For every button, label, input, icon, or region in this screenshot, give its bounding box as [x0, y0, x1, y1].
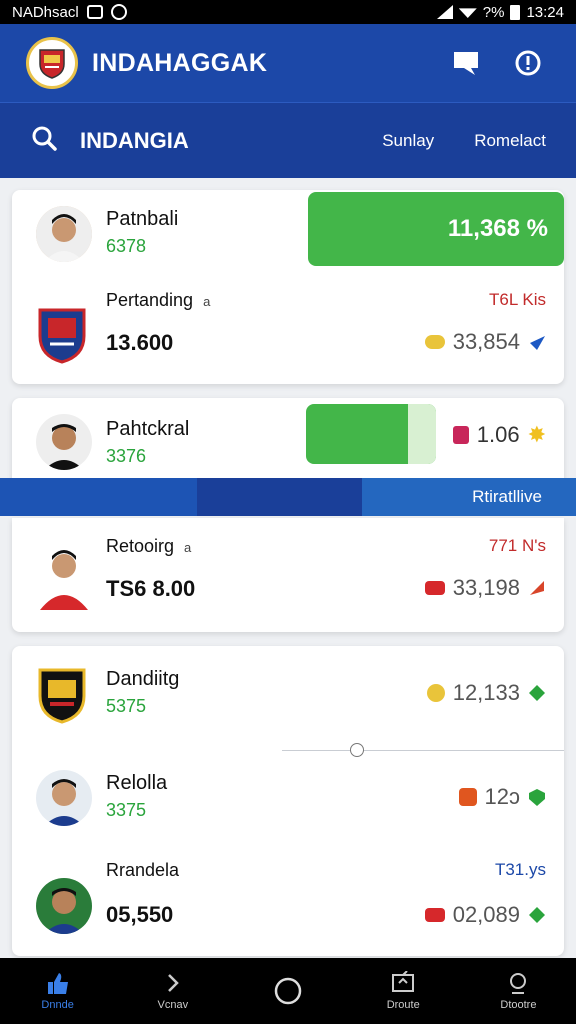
match-score: 13.600 — [106, 330, 174, 355]
player-avatar — [36, 540, 92, 610]
battery-percent: ?% — [482, 3, 505, 21]
value-pill[interactable]: 11,368 % — [308, 192, 564, 266]
search-bar: INDANGIA Sunlay Romelact — [0, 102, 576, 178]
profile-icon — [510, 973, 527, 994]
club-value: 12,133 — [426, 680, 546, 706]
player-name: Relolla — [106, 772, 168, 794]
player-name: Patnbali — [106, 208, 179, 230]
player-name: Rrandela — [106, 860, 180, 880]
star-icon: ✸ — [527, 422, 546, 447]
player-score: TS6 8.00 — [106, 576, 196, 601]
player-name: Retooirg a — [106, 536, 192, 556]
live-band[interactable]: Rtiratllive — [0, 478, 576, 516]
match-meta: T6L Kis — [488, 290, 546, 309]
search-icon — [32, 126, 57, 151]
romelact-link[interactable]: Romelact — [474, 131, 546, 151]
player-sub: 3375 — [106, 800, 147, 820]
player-avatar — [36, 770, 92, 826]
player-avatar — [36, 878, 92, 934]
battery-icon — [510, 4, 521, 20]
map-icon — [392, 971, 415, 992]
coin-icon — [426, 684, 445, 702]
carrier-text: NADhsacl — [12, 3, 79, 21]
nav-home[interactable]: Dnnde — [0, 958, 115, 1024]
club-badge — [36, 306, 88, 364]
player-card-4[interactable]: Dandiitg 5375 12,133 Relolla 3375 12ↄ Rr… — [12, 646, 564, 956]
flag-icon — [424, 908, 445, 922]
chat-icon — [454, 52, 478, 75]
player-meta: 771 N's — [488, 536, 546, 555]
player-value: 33,198 — [424, 575, 546, 601]
shield-logo-icon — [39, 49, 65, 79]
signal-icon — [436, 5, 453, 19]
app-title: INDAHAGGAK — [92, 48, 268, 77]
club-badge — [36, 666, 88, 724]
search-button[interactable] — [30, 124, 58, 157]
player-value: 12ↄ — [458, 784, 546, 810]
player-meta: T31.ys — [494, 860, 546, 879]
match-value: 33,854 — [424, 329, 546, 355]
player-name: Pahtckral — [106, 418, 190, 440]
player-avatar — [36, 206, 92, 262]
notification-icon — [86, 5, 103, 19]
coin-icon — [424, 335, 445, 349]
clock: 13:24 — [526, 3, 564, 21]
nav-route[interactable]: Droute — [346, 958, 461, 1024]
player-score: 05,550 — [106, 902, 174, 927]
club-logo[interactable] — [26, 37, 78, 89]
progress-pill[interactable] — [306, 404, 436, 464]
diamond-icon — [529, 685, 545, 701]
player-avatar — [36, 414, 92, 470]
status-bar: NADhsacl ?% 13:24 — [0, 0, 576, 24]
chat-button[interactable] — [444, 41, 488, 85]
chevron-right-icon — [167, 974, 179, 992]
player-sub: 6378 — [106, 236, 147, 256]
sunday-link[interactable]: Sunlay — [382, 131, 434, 151]
nav-profile[interactable]: Dtootre — [461, 958, 576, 1024]
thumbs-up-icon — [47, 973, 68, 994]
check-icon — [530, 336, 545, 350]
player-card-2[interactable]: Pahtckral 3376 1.06 ✸ — [12, 398, 564, 482]
club-name: Dandiitg — [106, 668, 180, 690]
search-title: INDANGIA — [80, 127, 189, 153]
player-card-3[interactable]: Retooirg a TS6 8.00 771 N's 33,198 — [12, 518, 564, 632]
wifi-icon — [458, 8, 477, 18]
app-bar: INDAHAGGAK — [0, 24, 576, 102]
tag-icon — [452, 426, 469, 444]
player-sub: 3376 — [106, 446, 147, 466]
player-value: 02,089 — [424, 902, 546, 928]
player-value: 1.06 ✸ — [452, 422, 546, 448]
player-card-1[interactable]: Patnbali 6378 11,368 % Pertanding a 13.60… — [12, 190, 564, 384]
circle-home-icon — [274, 977, 302, 1005]
bottom-nav: Dnnde Vcnav Droute Dtootre — [0, 958, 576, 1024]
divider — [282, 750, 564, 751]
club-sub: 5375 — [106, 696, 147, 716]
live-label: Rtiratllive — [472, 487, 542, 506]
match-name: Pertanding a — [106, 290, 211, 310]
nav-home-button[interactable] — [230, 958, 345, 1024]
arrow-icon — [530, 581, 544, 595]
nav-view[interactable]: Vcnav — [115, 958, 230, 1024]
info-icon — [515, 50, 541, 76]
info-button[interactable] — [506, 41, 550, 85]
shield-icon — [529, 789, 545, 806]
flag-icon — [424, 581, 445, 595]
tag-icon — [458, 788, 477, 806]
diamond-icon — [529, 907, 545, 923]
sync-icon — [110, 4, 127, 20]
drag-handle-icon[interactable] — [350, 743, 364, 757]
